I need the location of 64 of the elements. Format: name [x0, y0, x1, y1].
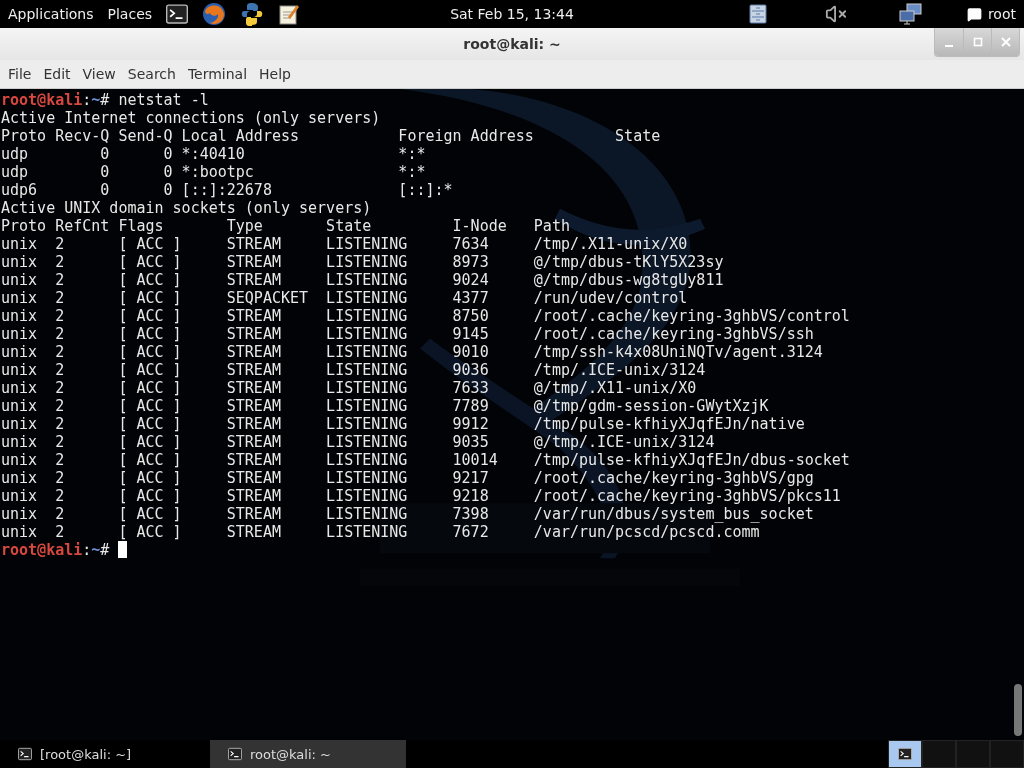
output-line: unix 2 [ ACC ] STREAM LISTENING 9035 @/tmp/.ICE-unix/3124	[1, 433, 715, 451]
prompt-symbol: #	[100, 541, 110, 559]
output-line: unix 2 [ ACC ] STREAM LISTENING 9036 /tmp/.ICE-unix/3124	[1, 361, 706, 379]
close-icon	[1000, 37, 1011, 47]
terminal-icon	[228, 747, 242, 761]
output-line: unix 2 [ ACC ] STREAM LISTENING 7672 /var/run/pcscd/pcscd.comm	[1, 523, 760, 541]
output-line: udp 0 0 *:bootpc *:*	[1, 163, 426, 181]
output-line: unix 2 [ ACC ] STREAM LISTENING 9145 /root/.cache/keyring-3ghbVS/ssh	[1, 325, 814, 343]
menu-item[interactable]: View	[76, 66, 122, 82]
globe-fox-icon[interactable]	[202, 2, 227, 26]
output-line: Proto Recv-Q Send-Q Local Address Foreign Address State	[1, 127, 661, 145]
command-text: netstat -l	[118, 91, 209, 109]
output-line: unix 2 [ ACC ] STREAM LISTENING 9024 @/tmp/dbus-wg8tgUy811	[1, 271, 724, 289]
computers-icon[interactable]	[898, 3, 923, 25]
prompt-path: ~	[91, 91, 101, 109]
terminal-icon	[898, 747, 912, 761]
prompt-user: root@kali	[1, 91, 83, 109]
workspace-cell[interactable]	[922, 740, 956, 768]
output-line: unix 2 [ ACC ] STREAM LISTENING 8973 @/tmp/dbus-tKlY5X23sy	[1, 253, 724, 271]
output-line: unix 2 [ ACC ] STREAM LISTENING 10014 /tmp/pulse-kfhiyXJqfEJn/dbus-socket	[1, 451, 850, 469]
menu-item[interactable]: File	[2, 66, 38, 82]
menu-item[interactable]: Terminal	[181, 66, 254, 82]
prompt-user: root@kali	[1, 541, 83, 559]
clock[interactable]: Sat Feb 15, 13:44	[450, 6, 574, 22]
output-line: udp6 0 0 [::]:22678 [::]:*	[1, 181, 453, 199]
taskbar-task[interactable]: root@kali: ~	[210, 740, 406, 768]
workspace-cell[interactable]	[956, 740, 990, 768]
output-line: unix 2 [ ACC ] STREAM LISTENING 9010 /tmp/ssh-k4x08UniNQTv/agent.3124	[1, 343, 823, 361]
output-line: Proto RefCnt Flags Type State I-Node Path	[1, 217, 570, 235]
output-line: Active UNIX domain sockets (only servers)	[1, 199, 372, 217]
output-line: unix 2 [ ACC ] STREAM LISTENING 7789 @/tmp/gdm-session-GWytXzjK	[1, 397, 769, 415]
prompt-path: ~	[91, 541, 101, 559]
terminal-icon	[18, 747, 32, 761]
window-title: root@kali: ~	[463, 36, 561, 52]
notepad-icon[interactable]	[278, 3, 301, 25]
output-line: Active Internet connections (only servers)	[1, 109, 381, 127]
menu-item[interactable]: Search	[121, 66, 182, 82]
chat-icon[interactable]	[966, 6, 982, 22]
maximize-icon	[972, 37, 983, 47]
output-line: unix 2 [ ACC ] STREAM LISTENING 8750 /root/.cache/keyring-3ghbVS/control	[1, 307, 850, 325]
prompt-separator: :	[82, 541, 92, 559]
workspace-cell[interactable]	[888, 740, 922, 768]
prompt-symbol: #	[100, 91, 110, 109]
output-line: unix 2 [ ACC ] STREAM LISTENING 7633 @/tmp/.X11-unix/X0	[1, 379, 697, 397]
prompt-separator: :	[82, 91, 92, 109]
output-line: unix 2 [ ACC ] STREAM LISTENING 9218 /root/.cache/keyring-3ghbVS/pkcs11	[1, 487, 841, 505]
user-name[interactable]: root	[987, 6, 1016, 22]
output-line: unix 2 [ ACC ] STREAM LISTENING 9912 /tmp/pulse-kfhiyXJqfEJn/native	[1, 415, 805, 433]
output-line: unix 2 [ ACC ] SEQPACKET LISTENING 4377 /run/udev/control	[1, 289, 688, 307]
terminal-launcher-icon	[166, 3, 189, 25]
output-line: unix 2 [ ACC ] STREAM LISTENING 9217 /root/.cache/keyring-3ghbVS/gpg	[1, 469, 814, 487]
panel-menu[interactable]: Applications	[8, 6, 94, 22]
menu-item[interactable]: Edit	[37, 66, 77, 82]
workspace-cell[interactable]	[990, 740, 1024, 768]
menu-item[interactable]: Help	[253, 66, 297, 82]
output-line: unix 2 [ ACC ] STREAM LISTENING 7398 /var/run/dbus/system_bus_socket	[1, 505, 814, 523]
minimize-icon	[945, 45, 953, 47]
output-line: udp 0 0 *:40410 *:*	[1, 145, 426, 163]
panel-menu[interactable]: Places	[107, 6, 153, 22]
cabinet-icon[interactable]	[748, 4, 767, 24]
output-line: unix 2 [ ACC ] STREAM LISTENING 7634 /tmp/.X11-unix/X0	[1, 235, 688, 253]
scrollbar-thumb[interactable]	[1014, 684, 1022, 736]
muted-speaker-icon[interactable]	[824, 3, 847, 25]
snakes-icon[interactable]	[240, 2, 265, 26]
